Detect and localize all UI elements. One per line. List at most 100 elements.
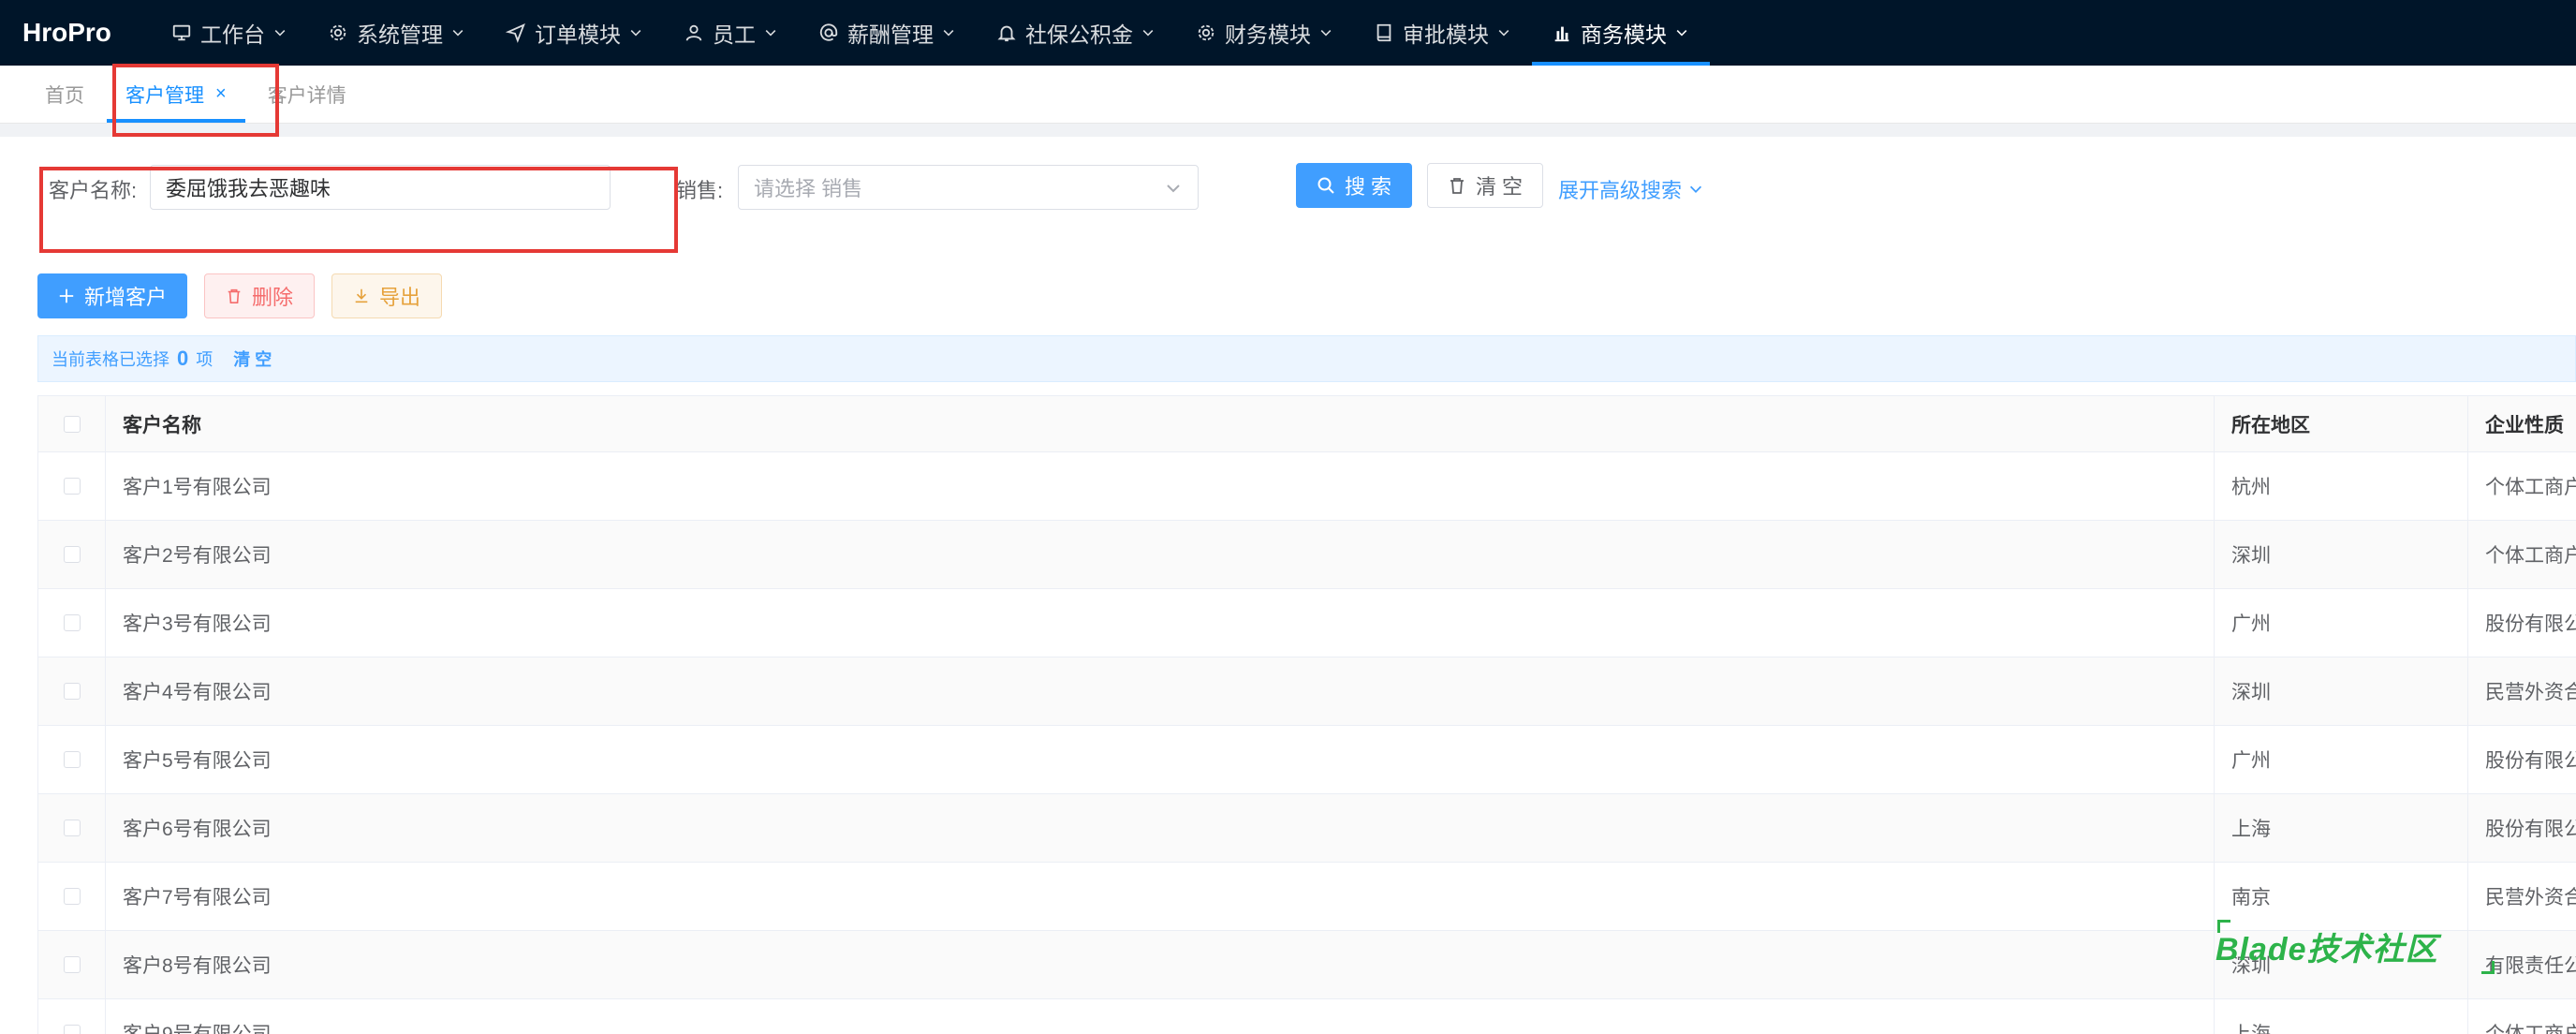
row-checkbox-cell bbox=[38, 931, 106, 998]
nav-item-9[interactable]: 商务模块 bbox=[1532, 0, 1710, 66]
nav-item-7[interactable]: 财务模块 bbox=[1176, 0, 1354, 66]
cell-customer-name: 客户2号有限公司 bbox=[106, 521, 2215, 588]
chevron-down-icon bbox=[1318, 24, 1335, 41]
nav-item-2[interactable]: 系统管理 bbox=[308, 0, 486, 66]
cell-nature: 个体工商户 bbox=[2485, 477, 2576, 498]
sales-select[interactable]: 请选择 销售 bbox=[738, 165, 1199, 210]
row-checkbox-cell bbox=[38, 589, 106, 657]
cell-customer-name: 客户1号有限公司 bbox=[106, 452, 2215, 520]
cell-region: 广州 bbox=[2215, 589, 2468, 657]
add-customer-button[interactable]: 新增客户 bbox=[37, 273, 187, 318]
nav-menu: 工作台 系统管理 订单模块 员工 薪酬管理 社保公积金 财务模块 审批模块 商务模块 bbox=[152, 0, 1710, 66]
monitor-icon bbox=[170, 22, 193, 44]
advanced-search-label: 展开高级搜索 bbox=[1558, 179, 1683, 202]
search-form: 客户名称: 委屈饿我去恶趣味 销售: 请选择 销售 搜 索 清 空 展开高级搜索 bbox=[0, 163, 2576, 240]
row-checkbox[interactable] bbox=[63, 820, 81, 836]
cell-region: 上海 bbox=[2215, 999, 2468, 1034]
tab-customer-detail[interactable]: 客户详情 bbox=[247, 66, 367, 123]
nav-item-3[interactable]: 订单模块 bbox=[486, 0, 664, 66]
row-checkbox-cell bbox=[38, 521, 106, 588]
cell-nature: 股份有限公司 bbox=[2485, 613, 2576, 635]
advanced-search-toggle[interactable]: 展开高级搜索 bbox=[1558, 174, 1704, 204]
nav-item-label: 工作台 bbox=[200, 22, 265, 47]
cell-customer-name: 客户5号有限公司 bbox=[106, 726, 2215, 793]
table-row[interactable]: 客户9号有限公司上海个体工商户 bbox=[38, 999, 2576, 1034]
chevron-down-icon bbox=[450, 24, 467, 41]
chevron-down-icon bbox=[941, 24, 958, 41]
add-customer-label: 新增客户 bbox=[83, 286, 167, 309]
selection-suffix: 项 bbox=[196, 350, 213, 369]
nav-item-label: 商务模块 bbox=[1581, 22, 1667, 47]
delete-button[interactable]: 删除 bbox=[204, 273, 315, 318]
cell-customer-name: 客户4号有限公司 bbox=[106, 657, 2215, 725]
nav-item-label: 财务模块 bbox=[1225, 22, 1311, 47]
plus-icon bbox=[59, 288, 74, 303]
table-row[interactable]: 客户7号有限公司 南京 民营外资合 bbox=[38, 863, 2576, 931]
table-row[interactable]: 客户4号有限公司 深圳 民营外资合 bbox=[38, 657, 2576, 726]
nav-item-label: 审批模块 bbox=[1403, 22, 1489, 47]
cell-nature: 股份有限公司 bbox=[2485, 750, 2576, 772]
row-checkbox[interactable] bbox=[63, 546, 81, 563]
table-row[interactable]: 客户5号有限公司广州股份有限公司 bbox=[38, 726, 2576, 794]
customer-name-value: 委屈饿我去恶趣味 bbox=[166, 177, 331, 200]
nav-item-label: 薪酬管理 bbox=[847, 22, 934, 47]
close-icon[interactable]: × bbox=[215, 83, 227, 105]
select-all-checkbox[interactable] bbox=[63, 415, 81, 433]
table-row[interactable]: 客户2号有限公司 深圳 个体工商户 bbox=[38, 521, 2576, 589]
row-checkbox-cell bbox=[38, 863, 106, 930]
row-checkbox-cell bbox=[38, 726, 106, 793]
bar-chart-icon bbox=[1551, 22, 1573, 44]
row-checkbox-cell bbox=[38, 794, 106, 862]
row-checkbox[interactable] bbox=[63, 478, 81, 495]
clear-button[interactable]: 清 空 bbox=[1427, 163, 1543, 208]
chevron-down-icon bbox=[1674, 24, 1691, 41]
row-checkbox-cell bbox=[38, 657, 106, 725]
cell-region: 南京 bbox=[2215, 863, 2468, 930]
chevron-down-icon bbox=[1496, 24, 1513, 41]
cell-nature: 个体工商户 bbox=[2485, 545, 2576, 567]
nav-item-6[interactable]: 社保公积金 bbox=[977, 0, 1176, 66]
column-header-name[interactable]: 客户名称 bbox=[106, 396, 2215, 451]
customer-name-input[interactable]: 委屈饿我去恶趣味 bbox=[150, 165, 611, 210]
export-button[interactable]: 导出 bbox=[331, 273, 442, 318]
nav-item-8[interactable]: 审批模块 bbox=[1354, 0, 1532, 66]
selection-clear-link[interactable]: 清 空 bbox=[233, 347, 272, 371]
trash-icon bbox=[1450, 178, 1464, 194]
tab-home[interactable]: 首页 bbox=[24, 66, 105, 123]
row-checkbox[interactable] bbox=[63, 683, 81, 700]
gear-icon bbox=[1195, 22, 1217, 44]
selection-prefix: 当前表格已选择 bbox=[52, 350, 169, 369]
tab-customer-management[interactable]: 客户管理 × bbox=[105, 66, 247, 123]
watermark-text: Blade技术社区 bbox=[2215, 932, 2438, 968]
chevron-down-icon bbox=[1167, 185, 1180, 193]
row-checkbox[interactable] bbox=[63, 614, 81, 631]
nav-item-label: 系统管理 bbox=[357, 22, 443, 47]
row-checkbox[interactable] bbox=[63, 888, 81, 905]
column-header-nature[interactable]: 企业性质 bbox=[2468, 396, 2576, 451]
column-header-region[interactable]: 所在地区 bbox=[2215, 396, 2468, 451]
row-checkbox[interactable] bbox=[63, 956, 81, 973]
gear-icon bbox=[327, 22, 349, 44]
table-row[interactable]: 客户8号有限公司 深圳 有限责任公 bbox=[38, 931, 2576, 999]
trash-icon bbox=[228, 288, 241, 304]
cell-region: 杭州 bbox=[2215, 452, 2468, 520]
app-logo[interactable]: HroPro bbox=[0, 0, 152, 66]
at-icon bbox=[817, 22, 840, 44]
cell-customer-name: 客户3号有限公司 bbox=[106, 589, 2215, 657]
table-row[interactable]: 客户6号有限公司上海股份有限公司 bbox=[38, 794, 2576, 863]
row-checkbox[interactable] bbox=[63, 751, 81, 768]
search-button[interactable]: 搜 索 bbox=[1296, 163, 1412, 208]
top-nav: HroPro 工作台 系统管理 订单模块 员工 薪酬管理 社保公积金 财务模块 审批模块 商务模… bbox=[0, 0, 2576, 66]
nav-item-5[interactable]: 薪酬管理 bbox=[799, 0, 977, 66]
cell-nature: 股份有限公司 bbox=[2485, 819, 2576, 840]
nav-item-1[interactable]: 工作台 bbox=[152, 0, 308, 66]
customer-table: 客户名称 所在地区 企业性质 客户1号有限公司 杭州 个体工商户 客户2号有限公司 深圳… bbox=[37, 395, 2576, 1034]
table-row[interactable]: 客户3号有限公司广州股份有限公司 bbox=[38, 589, 2576, 657]
cell-region: 深圳 bbox=[2215, 657, 2468, 725]
book-icon bbox=[1373, 22, 1395, 44]
nav-item-4[interactable]: 员工 bbox=[664, 0, 799, 66]
row-checkbox[interactable] bbox=[63, 1025, 81, 1034]
cell-region: 上海 bbox=[2215, 794, 2468, 862]
cell-customer-name: 客户7号有限公司 bbox=[106, 863, 2215, 930]
table-row[interactable]: 客户1号有限公司 杭州 个体工商户 bbox=[38, 452, 2576, 521]
